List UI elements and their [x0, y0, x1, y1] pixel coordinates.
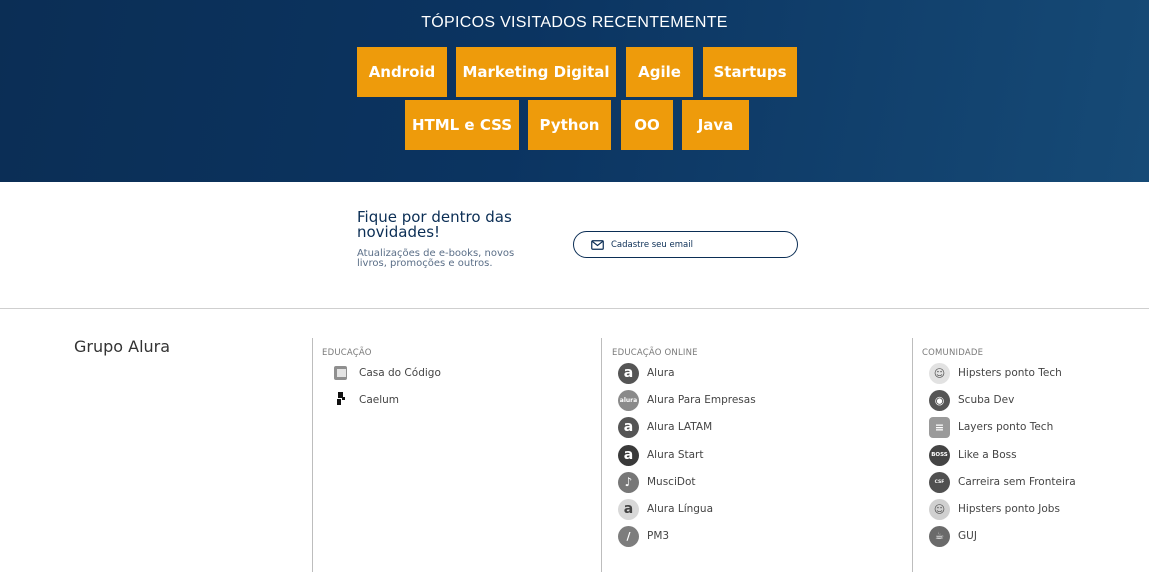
carreira-icon: CSF	[929, 471, 950, 493]
educacao-online-heading: EDUCAÇÃO ONLINE	[612, 348, 698, 358]
comunidade-heading: COMUNIDADE	[922, 348, 984, 358]
newsletter-email-input[interactable]: Cadastre seu email	[573, 231, 798, 258]
topic-tag-html-css[interactable]: HTML e CSS	[405, 100, 519, 150]
hipsters-jobs-avatar-icon: ☺	[929, 498, 950, 520]
email-placeholder: Cadastre seu email	[611, 239, 693, 250]
footer-link-label: Alura LATAM	[647, 421, 713, 433]
footer-link-label: Carreira sem Fronteira	[958, 476, 1076, 488]
recent-topics-title: TÓPICOS VISITADOS RECENTEMENTE	[421, 14, 728, 31]
footer-link-alura-lingua[interactable]: a Alura Língua	[618, 498, 713, 520]
footer-link-alura-start[interactable]: a Alura Start	[618, 444, 704, 466]
music-note-icon: ♪	[618, 471, 639, 493]
footer-link-label: MusciDot	[647, 476, 696, 488]
footer-link-like-a-boss[interactable]: BOSS Like a Boss	[929, 444, 1017, 466]
caelum-icon	[330, 390, 351, 411]
alura-latam-icon: a	[618, 416, 639, 438]
alura-icon: a	[618, 362, 639, 384]
footer-link-label: Alura Língua	[647, 503, 714, 515]
topic-tag-android[interactable]: Android	[357, 47, 447, 97]
footer-link-label: Alura Para Empresas	[647, 394, 756, 406]
topic-tag-python[interactable]: Python	[528, 100, 611, 150]
footer-link-label: GUJ	[958, 530, 977, 542]
pm3-icon: /	[618, 525, 639, 547]
like-a-boss-icon: BOSS	[929, 444, 950, 466]
footer-link-muscidot[interactable]: ♪ MusciDot	[618, 471, 696, 493]
footer-brand: Grupo Alura	[74, 337, 171, 356]
footer-link-caelum[interactable]: Caelum	[330, 389, 399, 411]
footer-link-label: Hipsters ponto Jobs	[958, 503, 1060, 515]
footer-link-label: Scuba Dev	[958, 394, 1015, 406]
topic-tag-oo[interactable]: OO	[621, 100, 673, 150]
casa-do-codigo-icon	[330, 363, 351, 384]
topic-tag-java[interactable]: Java	[682, 100, 749, 150]
recent-topics-banner: TÓPICOS VISITADOS RECENTEMENTE Android M…	[0, 0, 1149, 182]
column-divider	[312, 338, 313, 572]
footer-link-label: Alura Start	[647, 449, 704, 461]
footer-link-label: Casa do Código	[359, 367, 441, 379]
educacao-heading: EDUCAÇÃO	[322, 348, 372, 358]
column-divider	[601, 338, 602, 572]
footer-link-alura[interactable]: a Alura	[618, 362, 675, 384]
footer-link-alura-latam[interactable]: a Alura LATAM	[618, 416, 712, 438]
footer-link-carreira-sem-fronteira[interactable]: CSF Carreira sem Fronteira	[929, 471, 1076, 493]
footer-link-guj[interactable]: ☕ GUJ	[929, 525, 977, 547]
footer-link-scuba-dev[interactable]: ◉ Scuba Dev	[929, 389, 1014, 411]
newsletter-subtitle: Atualizações de e-books, novos livros, p…	[357, 248, 515, 269]
envelope-icon	[591, 239, 604, 250]
footer-link-label: Hipsters ponto Tech	[958, 367, 1062, 379]
footer-link-hipsters-ponto-tech[interactable]: ☺ Hipsters ponto Tech	[929, 362, 1062, 384]
column-divider	[912, 338, 913, 572]
footer-link-label: Alura	[647, 367, 675, 379]
scuba-dev-icon: ◉	[929, 389, 950, 411]
footer-link-alura-para-empresas[interactable]: alura Alura Para Empresas	[618, 389, 756, 411]
layers-icon: ≡	[929, 416, 950, 438]
footer-link-hipsters-ponto-jobs[interactable]: ☺ Hipsters ponto Jobs	[929, 498, 1060, 520]
newsletter-title: Fique por dentro das novidades!	[357, 208, 512, 241]
guj-cup-icon: ☕	[929, 525, 950, 547]
alura-start-icon: a	[618, 444, 639, 466]
section-divider	[0, 308, 1149, 309]
footer-link-casa-do-codigo[interactable]: Casa do Código	[330, 362, 441, 384]
footer-link-label: PM3	[647, 530, 670, 542]
topic-tag-marketing-digital[interactable]: Marketing Digital	[456, 47, 616, 97]
alura-lingua-icon: a	[618, 498, 639, 520]
topic-tag-agile[interactable]: Agile	[626, 47, 693, 97]
footer-link-pm3[interactable]: / PM3	[618, 525, 669, 547]
footer-link-label: Layers ponto Tech	[958, 421, 1054, 433]
hipsters-avatar-icon: ☺	[929, 362, 950, 384]
topic-tag-startups[interactable]: Startups	[703, 47, 797, 97]
footer-link-layers-ponto-tech[interactable]: ≡ Layers ponto Tech	[929, 416, 1053, 438]
footer-link-label: Caelum	[359, 394, 400, 406]
footer-link-label: Like a Boss	[958, 449, 1017, 461]
alura-empresas-icon: alura	[618, 389, 639, 411]
